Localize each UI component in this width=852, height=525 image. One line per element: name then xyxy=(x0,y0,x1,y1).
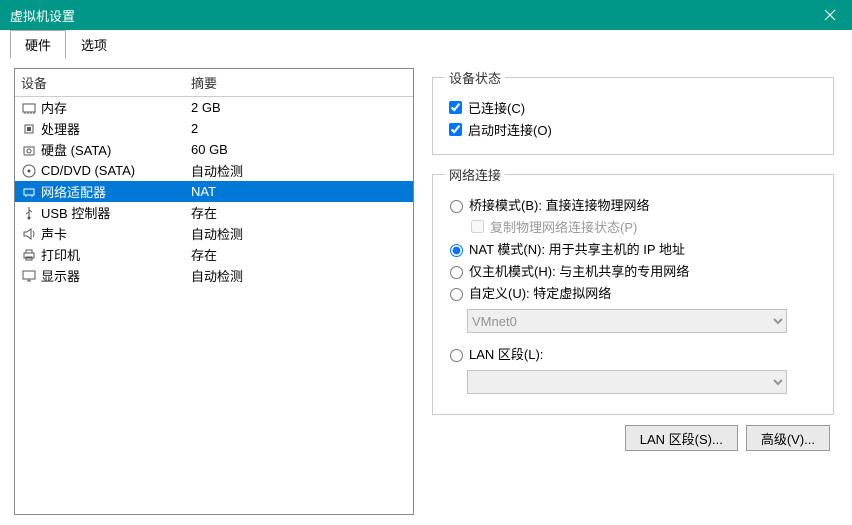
list-header: 设备 摘要 xyxy=(15,69,413,97)
lan-segments-button[interactable]: LAN 区段(S)... xyxy=(625,425,738,451)
printer-icon xyxy=(21,247,37,263)
memory-icon xyxy=(21,100,37,116)
device-summary: 自动检测 xyxy=(191,224,407,243)
replicate-label: 复制物理网络连接状态(P) xyxy=(490,217,637,236)
connected-checkbox[interactable] xyxy=(449,101,462,114)
nat-row[interactable]: NAT 模式(N): 用于共享主机的 IP 地址 xyxy=(445,239,821,258)
replicate-checkbox xyxy=(471,220,484,233)
lan-row[interactable]: LAN 区段(L): xyxy=(445,344,821,363)
nat-radio[interactable] xyxy=(450,244,463,257)
device-name: USB 控制器 xyxy=(41,203,191,222)
cd-icon xyxy=(21,163,37,179)
device-name: 硬盘 (SATA) xyxy=(41,140,191,159)
col-summary[interactable]: 摘要 xyxy=(191,73,407,92)
device-status-legend: 设备状态 xyxy=(445,68,505,87)
device-row-disk[interactable]: 硬盘 (SATA)60 GB xyxy=(15,139,413,160)
col-device[interactable]: 设备 xyxy=(21,73,191,92)
vm-settings-window: 虚拟机设置 硬件 选项 设备 摘要 内存2 GB处理器2硬盘 (SATA)60 … xyxy=(0,0,852,525)
device-row-sound[interactable]: 声卡自动检测 xyxy=(15,223,413,244)
device-summary: 2 xyxy=(191,121,407,136)
tab-options[interactable]: 选项 xyxy=(66,30,122,59)
device-row-printer[interactable]: 打印机存在 xyxy=(15,244,413,265)
custom-row[interactable]: 自定义(U): 特定虚拟网络 xyxy=(445,283,821,302)
bridged-radio[interactable] xyxy=(450,200,463,213)
close-icon xyxy=(824,9,836,21)
content-area: 设备 摘要 内存2 GB处理器2硬盘 (SATA)60 GBCD/DVD (SA… xyxy=(0,58,852,525)
device-row-usb[interactable]: USB 控制器存在 xyxy=(15,202,413,223)
network-group: 网络连接 桥接模式(B): 直接连接物理网络 复制物理网络连接状态(P) NAT… xyxy=(432,165,834,415)
titlebar: 虚拟机设置 xyxy=(0,0,852,30)
button-row: LAN 区段(S)... 高级(V)... xyxy=(432,425,834,451)
connect-on-power-label: 启动时连接(O) xyxy=(468,120,552,139)
cpu-icon xyxy=(21,121,37,137)
lan-segment-select xyxy=(467,370,787,394)
network-legend: 网络连接 xyxy=(445,165,505,184)
device-name: 声卡 xyxy=(41,224,191,243)
device-list: 设备 摘要 内存2 GB处理器2硬盘 (SATA)60 GBCD/DVD (SA… xyxy=(14,68,414,515)
device-summary: 自动检测 xyxy=(191,161,407,180)
tab-hardware[interactable]: 硬件 xyxy=(10,30,66,59)
advanced-button[interactable]: 高级(V)... xyxy=(746,425,830,451)
device-row-cd[interactable]: CD/DVD (SATA)自动检测 xyxy=(15,160,413,181)
display-icon xyxy=(21,268,37,284)
window-title: 虚拟机设置 xyxy=(10,6,807,25)
device-row-memory[interactable]: 内存2 GB xyxy=(15,97,413,118)
connected-label: 已连接(C) xyxy=(468,98,525,117)
usb-icon xyxy=(21,205,37,221)
device-status-group: 设备状态 已连接(C) 启动时连接(O) xyxy=(432,68,834,155)
lan-radio[interactable] xyxy=(450,349,463,362)
custom-vmnet-select: VMnet0 xyxy=(467,309,787,333)
hostonly-radio[interactable] xyxy=(450,266,463,279)
device-summary: NAT xyxy=(191,184,407,199)
list-body: 内存2 GB处理器2硬盘 (SATA)60 GBCD/DVD (SATA)自动检… xyxy=(15,97,413,514)
connected-row[interactable]: 已连接(C) xyxy=(445,98,821,117)
connect-on-power-checkbox[interactable] xyxy=(449,123,462,136)
device-summary: 存在 xyxy=(191,203,407,222)
tabstrip: 硬件 选项 xyxy=(0,30,852,58)
lan-label: LAN 区段(L): xyxy=(469,344,543,363)
sound-icon xyxy=(21,226,37,242)
device-summary: 60 GB xyxy=(191,142,407,157)
custom-radio[interactable] xyxy=(450,288,463,301)
device-name: CD/DVD (SATA) xyxy=(41,163,191,178)
device-name: 显示器 xyxy=(41,266,191,285)
connect-on-power-row[interactable]: 启动时连接(O) xyxy=(445,120,821,139)
device-name: 网络适配器 xyxy=(41,182,191,201)
custom-label: 自定义(U): 特定虚拟网络 xyxy=(469,283,611,302)
hostonly-row[interactable]: 仅主机模式(H): 与主机共享的专用网络 xyxy=(445,261,821,280)
hostonly-label: 仅主机模式(H): 与主机共享的专用网络 xyxy=(469,261,689,280)
settings-panel: 设备状态 已连接(C) 启动时连接(O) 网络连接 桥接模式(B): 直接连接物… xyxy=(428,68,838,515)
net-icon xyxy=(21,184,37,200)
nat-label: NAT 模式(N): 用于共享主机的 IP 地址 xyxy=(469,239,685,258)
device-row-net[interactable]: 网络适配器NAT xyxy=(15,181,413,202)
replicate-row: 复制物理网络连接状态(P) xyxy=(467,217,821,236)
bridged-label: 桥接模式(B): 直接连接物理网络 xyxy=(469,195,650,214)
disk-icon xyxy=(21,142,37,158)
device-name: 处理器 xyxy=(41,119,191,138)
device-summary: 2 GB xyxy=(191,100,407,115)
device-row-display[interactable]: 显示器自动检测 xyxy=(15,265,413,286)
close-button[interactable] xyxy=(807,0,852,30)
device-summary: 自动检测 xyxy=(191,266,407,285)
device-name: 打印机 xyxy=(41,245,191,264)
bridged-row[interactable]: 桥接模式(B): 直接连接物理网络 xyxy=(445,195,821,214)
device-row-cpu[interactable]: 处理器2 xyxy=(15,118,413,139)
device-name: 内存 xyxy=(41,98,191,117)
device-summary: 存在 xyxy=(191,245,407,264)
